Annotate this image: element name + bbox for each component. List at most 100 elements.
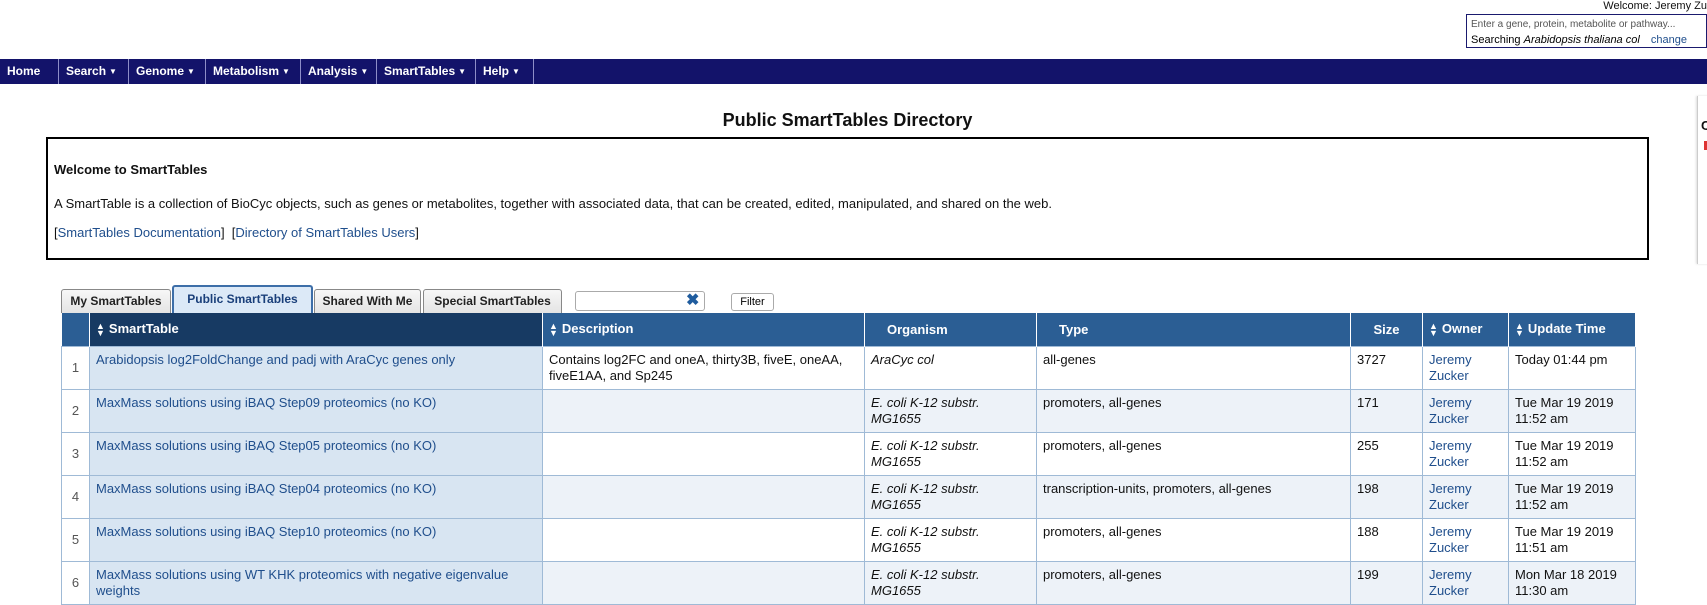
nav-genome-menu[interactable]: Genome ▼: [129, 59, 206, 84]
type-cell: promoters, all-genes: [1036, 517, 1351, 562]
owner-link[interactable]: Jeremy Zucker: [1429, 524, 1472, 555]
smarttable-name-cell: MaxMass solutions using iBAQ Step04 prot…: [89, 474, 543, 519]
column-header-index: [61, 313, 90, 346]
sort-arrows-icon: ▲ ▼: [549, 321, 558, 339]
table-row: 2 MaxMass solutions using iBAQ Step09 pr…: [61, 388, 1636, 433]
search-input[interactable]: [1471, 17, 1699, 31]
nav-search-label: Search: [66, 64, 107, 78]
search-box: Searching Arabidopsis thaliana col chang…: [1466, 14, 1707, 48]
smarttable-link[interactable]: MaxMass solutions using iBAQ Step09 prot…: [96, 395, 436, 410]
owner-cell: Jeremy Zucker: [1422, 345, 1509, 390]
nav-smarttables-menu[interactable]: SmartTables ▼: [377, 59, 476, 84]
close-x-icon[interactable]: ✖: [686, 292, 699, 310]
change-organism-link[interactable]: change: [1651, 34, 1687, 46]
column-header-smarttable[interactable]: ▲ ▼ SmartTable: [89, 313, 543, 346]
owner-link[interactable]: Jeremy Zucker: [1429, 352, 1472, 383]
filter-button[interactable]: Filter: [731, 293, 774, 311]
description-cell: [542, 517, 865, 562]
owner-link[interactable]: Jeremy Zucker: [1429, 438, 1472, 469]
column-header-organism: Organism: [864, 313, 1037, 346]
column-header-description[interactable]: ▲ ▼ Description: [542, 313, 865, 346]
caret-down-icon: ▼: [458, 67, 467, 76]
organism-cell: E. coli K-12 substr. MG1655: [864, 474, 1037, 519]
smarttables-documentation-link[interactable]: SmartTables Documentation: [58, 225, 221, 240]
current-organism: Arabidopsis thaliana col: [1523, 34, 1640, 46]
tab-special-smarttables[interactable]: Special SmartTables: [423, 289, 562, 313]
column-label: Description: [561, 321, 634, 337]
caret-down-icon: ▼: [360, 67, 369, 76]
row-index: 5: [61, 517, 90, 562]
nav-search-menu[interactable]: Search ▼: [59, 59, 129, 84]
nav-help-label: Help: [483, 64, 510, 78]
page-title: Public SmartTables Directory: [722, 110, 973, 130]
searching-organism-line: Searching Arabidopsis thaliana col chang…: [1471, 34, 1687, 46]
update-time-cell: Tue Mar 19 2019 11:52 am: [1508, 388, 1636, 433]
side-panel-edge[interactable]: C: [1697, 96, 1707, 264]
type-cell: all-genes: [1036, 345, 1351, 390]
owner-link[interactable]: Jeremy Zucker: [1429, 567, 1472, 598]
nav-home[interactable]: Home: [0, 59, 59, 84]
row-index: 1: [61, 345, 90, 390]
table-row: 5 MaxMass solutions using iBAQ Step10 pr…: [61, 517, 1636, 562]
smarttable-link[interactable]: MaxMass solutions using iBAQ Step05 prot…: [96, 438, 436, 453]
organism-cell: E. coli K-12 substr. MG1655: [864, 431, 1037, 476]
nav-analysis-menu[interactable]: Analysis ▼: [301, 59, 377, 84]
nav-metabolism-menu[interactable]: Metabolism ▼: [206, 59, 301, 84]
owner-cell: Jeremy Zucker: [1422, 431, 1509, 476]
nav-metabolism-label: Metabolism: [213, 64, 280, 78]
description-cell: [542, 474, 865, 519]
size-cell: 188: [1350, 517, 1423, 562]
owner-cell: Jeremy Zucker: [1422, 517, 1509, 562]
size-cell: 198: [1350, 474, 1423, 519]
smarttable-link[interactable]: MaxMass solutions using WT KHK proteomic…: [96, 567, 508, 598]
organism-cell: AraCyc col: [864, 345, 1037, 390]
column-header-owner[interactable]: ▲ ▼ Owner: [1422, 313, 1509, 346]
column-header-update-time[interactable]: ▲ ▼ Update Time: [1508, 313, 1636, 346]
organism-cell: E. coli K-12 substr. MG1655: [864, 517, 1037, 562]
smarttable-name-cell: Arabidopsis log2FoldChange and padj with…: [89, 345, 543, 390]
tab-shared-with-me[interactable]: Shared With Me: [314, 289, 421, 313]
size-cell: 199: [1350, 560, 1423, 605]
smarttable-name-cell: MaxMass solutions using iBAQ Step09 prot…: [89, 388, 543, 433]
smarttable-link[interactable]: MaxMass solutions using iBAQ Step04 prot…: [96, 481, 436, 496]
type-cell: promoters, all-genes: [1036, 388, 1351, 433]
column-label: Organism: [887, 321, 948, 337]
row-index: 3: [61, 431, 90, 476]
main-navigation: Home Search ▼ Genome ▼ Metabolism ▼ Analysi…: [0, 59, 1707, 84]
nav-help-menu[interactable]: Help ▼: [476, 59, 534, 84]
owner-link[interactable]: Jeremy Zucker: [1429, 395, 1472, 426]
caret-down-icon: ▼: [282, 67, 290, 76]
description-cell: [542, 388, 865, 433]
owner-cell: Jeremy Zucker: [1422, 560, 1509, 605]
size-cell: 171: [1350, 388, 1423, 433]
table-row: 3 MaxMass solutions using iBAQ Step05 pr…: [61, 431, 1636, 476]
welcome-box: Welcome to SmartTables A SmartTable is a…: [46, 137, 1649, 260]
size-cell: 255: [1350, 431, 1423, 476]
nav-genome-label: Genome: [136, 64, 185, 78]
table-row: 1 Arabidopsis log2FoldChange and padj wi…: [61, 345, 1636, 390]
smarttables-users-directory-link[interactable]: Directory of SmartTables Users: [235, 225, 415, 240]
description-cell: [542, 431, 865, 476]
tab-my-smarttables[interactable]: My SmartTables: [61, 289, 171, 313]
side-panel-letter: C: [1701, 118, 1707, 133]
owner-link[interactable]: Jeremy Zucker: [1429, 481, 1472, 512]
tab-public-smarttables[interactable]: Public SmartTables: [172, 285, 313, 313]
organism-cell: E. coli K-12 substr. MG1655: [864, 560, 1037, 605]
description-cell: Contains log2FC and oneA, thirty3B, five…: [542, 345, 865, 390]
column-label: Owner: [1441, 321, 1483, 337]
description-cell: [542, 560, 865, 605]
owner-cell: Jeremy Zucker: [1422, 388, 1509, 433]
smarttable-link[interactable]: MaxMass solutions using iBAQ Step10 prot…: [96, 524, 436, 539]
nav-smarttables-label: SmartTables: [384, 64, 456, 78]
nav-analysis-label: Analysis: [308, 64, 358, 78]
nav-home-label: Home: [7, 64, 41, 78]
welcome-links: [SmartTables Documentation] [Directory o…: [54, 225, 419, 240]
column-label: Size: [1373, 321, 1400, 337]
row-index: 2: [61, 388, 90, 433]
update-time-cell: Today 01:44 pm: [1508, 345, 1636, 390]
welcome-text: A SmartTable is a collection of BioCyc o…: [54, 196, 1052, 211]
smarttable-link[interactable]: Arabidopsis log2FoldChange and padj with…: [96, 352, 455, 367]
column-label: Type: [1059, 321, 1089, 337]
type-cell: transcription-units, promoters, all-gene…: [1036, 474, 1351, 519]
sort-arrows-icon: ▲ ▼: [1515, 321, 1524, 339]
